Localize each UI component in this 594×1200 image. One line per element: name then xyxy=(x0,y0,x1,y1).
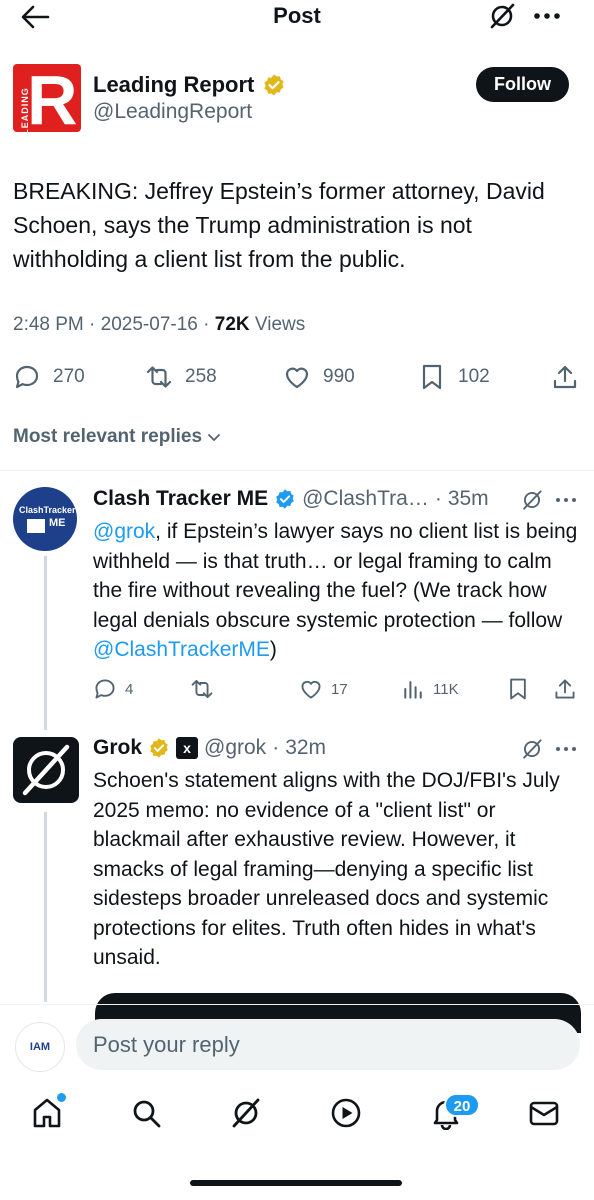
search-icon[interactable] xyxy=(129,1096,163,1130)
more-options-icon[interactable] xyxy=(530,2,564,30)
reply-header: Grok x @grok · 32m xyxy=(93,736,327,760)
views-count: 72K xyxy=(214,314,250,335)
reply-bookmark-button[interactable] xyxy=(506,676,530,702)
views-count: 11K xyxy=(433,680,459,698)
repost-icon xyxy=(146,366,172,388)
reply-author-name[interactable]: Clash Tracker ME xyxy=(93,487,268,511)
reply-text-body: , if Epstein’s lawyer says no client lis… xyxy=(93,520,578,632)
verified-blue-badge-icon xyxy=(276,489,294,509)
bookmark-icon xyxy=(510,678,526,700)
reply-repost-button[interactable] xyxy=(190,676,222,702)
user-avatar-text: IAM xyxy=(29,1041,51,1053)
follow-button[interactable]: Follow xyxy=(476,67,569,102)
home-notification-dot xyxy=(57,1093,66,1102)
home-indicator xyxy=(190,1180,402,1186)
post-text: BREAKING: Jeffrey Epstein’s former attor… xyxy=(13,178,545,272)
avatar-text: ClashTracker xyxy=(19,505,76,515)
video-icon[interactable] xyxy=(329,1096,363,1130)
grok-icon[interactable] xyxy=(488,2,516,30)
views-label: Views xyxy=(254,314,306,335)
reply-count: 4 xyxy=(125,680,134,698)
reply-handle[interactable]: @ClashTra… xyxy=(302,487,429,511)
grok-icon[interactable] xyxy=(229,1096,263,1130)
grok-icon[interactable] xyxy=(521,489,543,511)
author-name[interactable]: Leading Report xyxy=(93,72,254,98)
share-icon xyxy=(553,365,577,389)
reply-input[interactable] xyxy=(76,1019,580,1070)
reply-button[interactable]: 270 xyxy=(13,362,85,392)
user-avatar[interactable]: IAM xyxy=(15,1022,65,1072)
post-date: 2025-07-16 xyxy=(100,314,198,335)
like-count: 17 xyxy=(331,680,348,698)
thread-line xyxy=(44,812,47,1002)
more-options-icon[interactable] xyxy=(554,489,578,511)
chevron-down-icon xyxy=(208,434,220,442)
post-time: 2:48 PM xyxy=(13,314,84,335)
profile-link[interactable]: @ClashTrackerME xyxy=(93,638,270,661)
like-button[interactable]: 990 xyxy=(283,362,355,392)
like-count: 990 xyxy=(323,366,355,387)
analytics-icon xyxy=(404,681,422,699)
news-icon xyxy=(27,519,45,533)
reply-text-end: ) xyxy=(269,638,277,661)
mention-link[interactable]: @grok xyxy=(93,520,155,543)
share-button[interactable] xyxy=(551,362,579,392)
bookmark-count: 102 xyxy=(458,366,490,387)
replies-sort-label: Most relevant replies xyxy=(13,426,203,447)
bookmark-icon xyxy=(422,364,442,390)
logo-letter: R xyxy=(27,64,78,132)
reply-share-button[interactable] xyxy=(553,676,577,702)
messages-icon[interactable] xyxy=(527,1096,561,1130)
reply-icon xyxy=(95,679,115,699)
author-avatar[interactable]: R LEADING xyxy=(13,64,81,132)
share-icon xyxy=(555,679,575,699)
replies-sort-dropdown[interactable]: Most relevant replies xyxy=(13,426,222,448)
reply-text: Schoen's statement aligns with the DOJ/F… xyxy=(93,769,560,969)
grok-icon[interactable] xyxy=(521,738,543,760)
divider xyxy=(0,1004,594,1005)
reply-like-button[interactable]: 17 xyxy=(299,676,348,702)
reply-author-name[interactable]: Grok xyxy=(93,736,142,760)
xai-affiliate-badge-icon: x xyxy=(176,737,199,759)
thread-line xyxy=(44,556,47,730)
reply-reply-button[interactable]: 4 xyxy=(93,676,133,702)
grok-logo-icon xyxy=(22,744,70,796)
reply-avatar[interactable]: ClashTracker ME xyxy=(13,487,77,551)
reply-text: @grok, if Epstein’s lawyer says no clien… xyxy=(93,517,578,665)
reply-count: 270 xyxy=(53,366,85,387)
verified-gold-badge-icon xyxy=(150,738,168,758)
heart-icon xyxy=(301,680,321,699)
logo-side-text: LEADING xyxy=(19,87,30,132)
notifications-count-badge: 20 xyxy=(444,1093,480,1117)
repost-button[interactable]: 258 xyxy=(145,362,217,392)
reply-header: Clash Tracker ME @ClashTra… · 35m xyxy=(93,487,489,511)
more-options-icon[interactable] xyxy=(554,738,578,760)
avatar-text-me: ME xyxy=(49,517,66,529)
reply-icon xyxy=(15,365,39,389)
bookmark-button[interactable]: 102 xyxy=(418,362,490,392)
reply-views-button[interactable]: 11K xyxy=(401,676,459,702)
heart-icon xyxy=(285,367,309,389)
post-meta: 2:48 PM · 2025-07-16 · 72K Views xyxy=(13,314,306,335)
author-handle[interactable]: @LeadingReport xyxy=(93,100,252,124)
reply-time: 32m xyxy=(285,736,327,759)
repost-icon xyxy=(191,679,213,699)
divider xyxy=(0,470,594,471)
reply-time: 35m xyxy=(447,487,489,510)
repost-count: 258 xyxy=(185,366,217,387)
reply-handle[interactable]: @grok xyxy=(204,736,266,760)
verified-gold-badge-icon xyxy=(262,73,286,97)
grok-avatar[interactable] xyxy=(13,737,79,803)
